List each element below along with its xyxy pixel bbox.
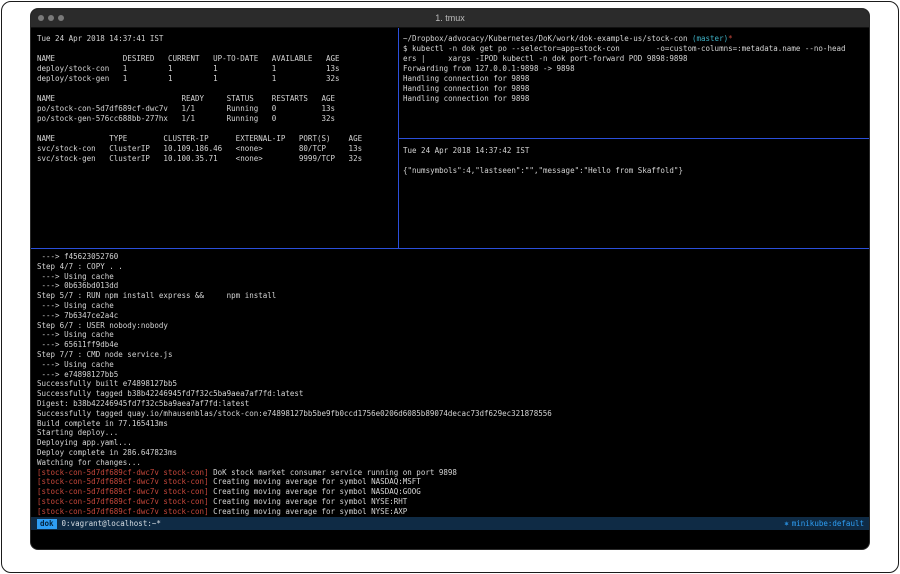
- zoom-button[interactable]: [58, 15, 64, 21]
- session-name-badge: dok: [37, 519, 57, 529]
- pod-log-prefix: [stock-con-5d7df689cf-dwc7v stock-con]: [37, 507, 209, 516]
- kube-context: ⎈minikube:default: [784, 519, 864, 529]
- pod-log-prefix: [stock-con-5d7df689cf-dwc7v stock-con]: [37, 497, 209, 506]
- shell-prompt: ~/Dropbox/advocacy/Kubernetes/DoK/work/d…: [403, 34, 869, 44]
- prompt-path: ~/Dropbox/advocacy/Kubernetes/DoK/work/d…: [403, 34, 692, 43]
- kubectl-resources-output: Tue 24 Apr 2018 14:37:41 IST NAME DESIRE…: [37, 34, 398, 164]
- pod-log-prefix: [stock-con-5d7df689cf-dwc7v stock-con]: [37, 477, 209, 486]
- pod-log-line: [stock-con-5d7df689cf-dwc7v stock-con] C…: [37, 497, 869, 507]
- port-forward-output: $ kubectl -n dok get po --selector=app=s…: [403, 44, 869, 104]
- pane-skaffold-build[interactable]: ---> f45623052760 Step 4/7 : COPY . . --…: [31, 249, 869, 517]
- skaffold-build-output: ---> f45623052760 Step 4/7 : COPY . . --…: [37, 252, 869, 468]
- pane-service-response[interactable]: Tue 24 Apr 2018 14:37:42 IST {"numsymbol…: [399, 139, 869, 248]
- window-title: 1. tmux: [31, 9, 869, 28]
- pod-log-message: Creating moving average for symbol NYSE:…: [209, 497, 408, 506]
- pane-port-forward[interactable]: ~/Dropbox/advocacy/Kubernetes/DoK/work/d…: [399, 28, 869, 138]
- pane-kubectl-resources[interactable]: Tue 24 Apr 2018 14:37:41 IST NAME DESIRE…: [31, 28, 398, 248]
- pod-log-line: [stock-con-5d7df689cf-dwc7v stock-con] C…: [37, 507, 869, 517]
- kubernetes-icon: ⎈: [784, 519, 789, 528]
- pod-log-message: DoK stock market consumer service runnin…: [209, 468, 457, 477]
- status-window-item[interactable]: 0:vagrant@localhost:~*: [62, 519, 161, 529]
- service-response-output: Tue 24 Apr 2018 14:37:42 IST {"numsymbol…: [403, 146, 869, 176]
- pod-log-prefix: [stock-con-5d7df689cf-dwc7v stock-con]: [37, 487, 209, 496]
- terminal-window: 1. tmux Tue 24 Apr 2018 14:37:41 IST NAM…: [31, 9, 869, 549]
- kube-context-label: minikube:default: [792, 519, 864, 528]
- minimize-button[interactable]: [48, 15, 54, 21]
- window-titlebar[interactable]: 1. tmux: [31, 9, 869, 28]
- pod-log-message: Creating moving average for symbol NASDA…: [209, 487, 421, 496]
- pod-log-line: [stock-con-5d7df689cf-dwc7v stock-con] C…: [37, 477, 869, 487]
- pod-log-prefix: [stock-con-5d7df689cf-dwc7v stock-con]: [37, 468, 209, 477]
- tmux-session: Tue 24 Apr 2018 14:37:41 IST NAME DESIRE…: [31, 28, 869, 549]
- pod-log-message: Creating moving average for symbol NASDA…: [209, 477, 421, 486]
- tmux-status-bar: dok 0:vagrant@localhost:~* ⎈minikube:def…: [31, 517, 869, 530]
- traffic-lights: [38, 15, 64, 21]
- git-dirty-flag: *: [728, 34, 733, 43]
- git-branch-label: (master): [692, 34, 728, 43]
- pod-log-line: [stock-con-5d7df689cf-dwc7v stock-con] C…: [37, 487, 869, 497]
- close-button[interactable]: [38, 15, 44, 21]
- pod-log-message: Creating moving average for symbol NYSE:…: [209, 507, 408, 516]
- pod-log-line: [stock-con-5d7df689cf-dwc7v stock-con] D…: [37, 468, 869, 478]
